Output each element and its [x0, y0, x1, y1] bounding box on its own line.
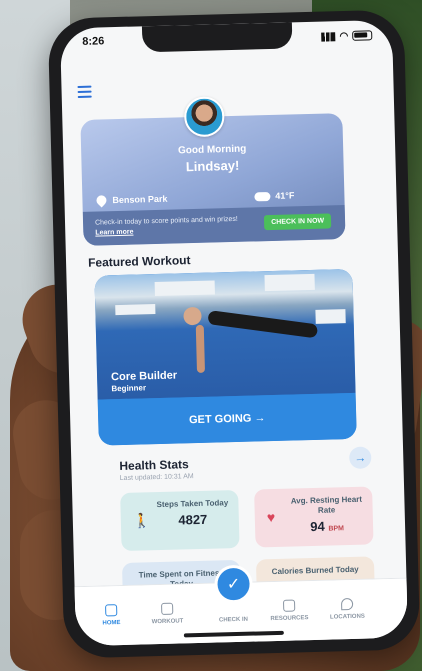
- location-pin-icon: [340, 597, 354, 611]
- tab-locations[interactable]: LOCATIONS: [325, 597, 370, 621]
- stat-label: Avg. Resting Heart Rate: [290, 494, 363, 515]
- cloud-icon: [254, 191, 271, 201]
- stat-label: Calories Burned Today: [271, 564, 359, 577]
- battery-icon: [352, 30, 373, 41]
- notch: [141, 22, 293, 53]
- checkin-banner: Check-in today to score points and win p…: [82, 205, 346, 246]
- check-in-now-button[interactable]: CHECK IN NOW: [264, 213, 332, 231]
- featured-workout-card[interactable]: Core Builder Beginner GET GOING →: [94, 268, 357, 446]
- heart-rate-card[interactable]: Avg. Resting Heart Rate 94 BPM ♥: [254, 486, 374, 548]
- walking-icon: 🚶: [132, 512, 151, 529]
- heart-icon: ♥: [266, 508, 276, 526]
- tab-home[interactable]: HOME: [89, 604, 134, 627]
- tab-bar: HOME WORKOUT ✓ CHECK IN RESOURCES LOCATI…: [74, 564, 409, 647]
- menu-icon[interactable]: [77, 85, 92, 101]
- health-stats-title: Health Stats: [119, 457, 189, 474]
- stat-unit: BPM: [328, 525, 345, 533]
- tab-check-in[interactable]: CHECK IN: [211, 617, 255, 624]
- resources-icon: [282, 599, 296, 612]
- weather: 41°F: [254, 190, 295, 201]
- stat-label: Steps Taken Today: [156, 498, 229, 510]
- location-name: Benson Park: [112, 193, 168, 206]
- stat-value: 94: [310, 518, 325, 535]
- home-icon: [105, 604, 118, 617]
- signal-icon: [321, 31, 336, 42]
- steps-card[interactable]: Steps Taken Today 4827 🚶: [120, 489, 240, 552]
- learn-more-link[interactable]: Learn more: [95, 229, 133, 237]
- home-indicator: [183, 630, 284, 638]
- workout-name: Core Builder: [110, 369, 178, 384]
- featured-workout-title: Featured Workout: [87, 253, 191, 270]
- get-going-button[interactable]: GET GOING →: [97, 392, 357, 446]
- location[interactable]: Benson Park: [94, 193, 168, 208]
- temperature: 41°F: [275, 190, 295, 201]
- check-in-fab[interactable]: ✓: [214, 564, 254, 604]
- tab-workout[interactable]: WORKOUT: [145, 602, 190, 625]
- user-name: Lindsay!: [185, 157, 240, 175]
- location-pin-icon: [94, 193, 109, 208]
- workout-image: Core Builder Beginner: [94, 268, 356, 400]
- phone: 8:26 ◠ Good Morning Lindsay! Benson Park…: [47, 9, 421, 659]
- status-time: 8:26: [82, 35, 105, 48]
- workout-icon: [161, 602, 174, 615]
- checkin-prompt: Check-in today to score points and win p…: [94, 215, 238, 227]
- wifi-icon: ◠: [339, 30, 349, 42]
- workout-level: Beginner: [111, 383, 147, 394]
- tab-resources[interactable]: RESOURCES: [267, 599, 312, 622]
